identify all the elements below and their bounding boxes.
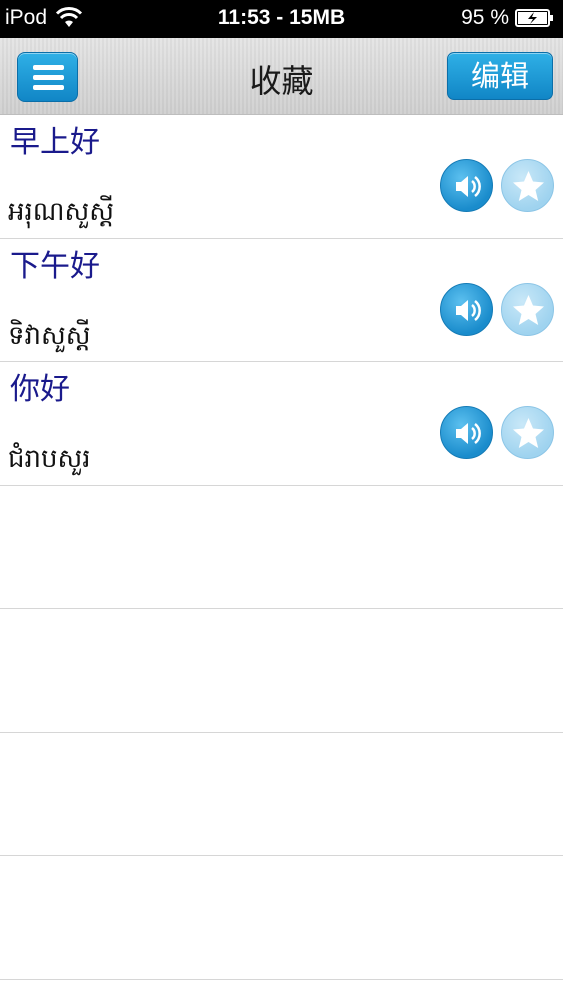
play-audio-button[interactable]: [440, 282, 493, 336]
empty-row: [0, 733, 563, 856]
list-item[interactable]: 下午好 ទិវាសួស្តី: [0, 239, 563, 362]
favorite-star-button[interactable]: [501, 406, 554, 459]
edit-button[interactable]: 编辑: [447, 52, 553, 100]
star-icon: [513, 294, 544, 325]
favorite-star-button[interactable]: [501, 282, 554, 336]
status-right: 95 %: [461, 6, 555, 30]
favorite-star-button[interactable]: [501, 159, 554, 212]
item-khmer-text: អរុណសួស្តី: [8, 197, 115, 227]
battery-percent: 95 %: [461, 6, 509, 29]
item-chinese-text: 你好: [10, 372, 70, 407]
empty-row: [0, 609, 563, 733]
speaker-icon: [456, 176, 481, 197]
battery-charging-icon: [515, 9, 553, 27]
empty-row: [0, 486, 563, 609]
star-icon: [513, 418, 544, 448]
favorites-list: 早上好 អរុណសួស្តី 下午好 ទិវាសួស្តី 你好 ជំរាបសួ…: [0, 115, 563, 980]
play-audio-button[interactable]: [440, 406, 493, 459]
item-chinese-text: 下午好: [10, 248, 100, 284]
speaker-icon: [456, 299, 481, 321]
empty-row: [0, 856, 563, 980]
item-khmer-text: ទិវាសួស្តី: [8, 320, 91, 351]
list-item[interactable]: 你好 ជំរាបសួរ: [0, 362, 563, 486]
list-item[interactable]: 早上好 អរុណសួស្តី: [0, 115, 563, 239]
star-icon: [513, 171, 544, 201]
item-chinese-text: 早上好: [10, 125, 100, 160]
status-bar: iPod 11:53 - 15MB 95 %: [0, 0, 563, 38]
speaker-icon: [456, 423, 481, 444]
nav-bar: 收藏 编辑: [0, 38, 563, 115]
play-audio-button[interactable]: [440, 159, 493, 212]
item-khmer-text: ជំរាបសួរ: [8, 444, 91, 474]
